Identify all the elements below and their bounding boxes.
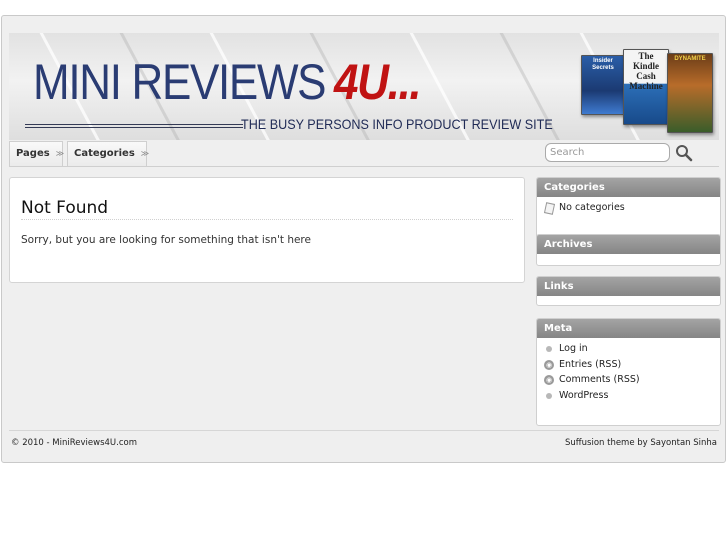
header-banner[interactable]: MINI REVIEWS 4U... THE BUSY PERSONS INFO … [9,33,719,140]
site-title[interactable]: MINI REVIEWS 4U... [33,54,422,110]
meta-link-wordpress[interactable]: WordPress [537,388,720,404]
nav-tab-pages[interactable]: Pages ≫ [9,141,65,166]
chevron-down-icon: ≫ [140,149,150,158]
site-title-accent: 4U... [333,54,422,110]
document-icon [543,202,556,215]
footer-theme-credit-link[interactable]: Suffusion theme by Sayontan Sinha [565,438,717,448]
list-item-label: No categories [559,202,625,213]
book-cover-image: The Kindle Cash Machine [623,49,669,125]
meta-link-label: Entries (RSS) [559,358,622,370]
widget-archives: Archives [536,234,721,266]
tagline-rule [25,124,243,128]
page-title: Not Found [21,198,109,218]
site-tagline: THE BUSY PERSONS INFO PRODUCT REVIEW SIT… [241,116,553,132]
footer-copyright: © 2010 - MiniReviews4U.com [11,438,137,448]
footer-divider [9,430,719,431]
nav-tab-label: Categories [74,148,135,159]
widget-meta: Meta Log in ◉ Entries (RSS) ◉ Comments (… [536,318,721,426]
nav-tab-categories[interactable]: Categories ≫ [67,141,150,166]
chevron-down-icon: ≫ [55,149,65,158]
meta-link-label: Log in [559,343,588,354]
rss-feed-icon: ◉ [544,375,554,385]
main-navigation: Pages ≫ Categories ≫ [9,140,719,167]
meta-link-login[interactable]: Log in [537,341,720,357]
widget-links: Links [536,276,721,306]
title-divider [21,219,513,220]
site-title-main: MINI REVIEWS [33,54,327,110]
widget-title: Categories [537,178,720,197]
meta-link-comments-rss[interactable]: ◉ Comments (RSS) [537,372,720,388]
meta-link-entries-rss[interactable]: ◉ Entries (RSS) [537,357,720,373]
book-cover-image: Insider Secrets [581,55,625,115]
header-book-covers: Insider Secrets The Kindle Cash Machine … [579,45,715,140]
bullet-icon [546,392,552,399]
post-container: Not Found Sorry, but you are looking for… [9,177,525,283]
meta-link-label: Comments (RSS) [559,374,640,385]
widget-title: Archives [537,235,720,254]
post-body-text: Sorry, but you are looking for something… [21,234,311,246]
widget-title: Links [537,277,720,296]
nav-tab-label: Pages [16,148,50,159]
list-item: No categories [537,200,720,216]
meta-link-label: WordPress [559,389,609,401]
bullet-icon [546,346,552,352]
book-cover-image: DYNAMITE [667,53,713,133]
search-input[interactable] [545,143,670,162]
widget-title: Meta [537,319,720,338]
page-wrapper: MINI REVIEWS 4U... THE BUSY PERSONS INFO … [1,15,726,463]
widget-categories: Categories No categories [536,177,721,239]
rss-feed-icon: ◉ [544,359,554,370]
search-icon[interactable] [675,144,693,162]
